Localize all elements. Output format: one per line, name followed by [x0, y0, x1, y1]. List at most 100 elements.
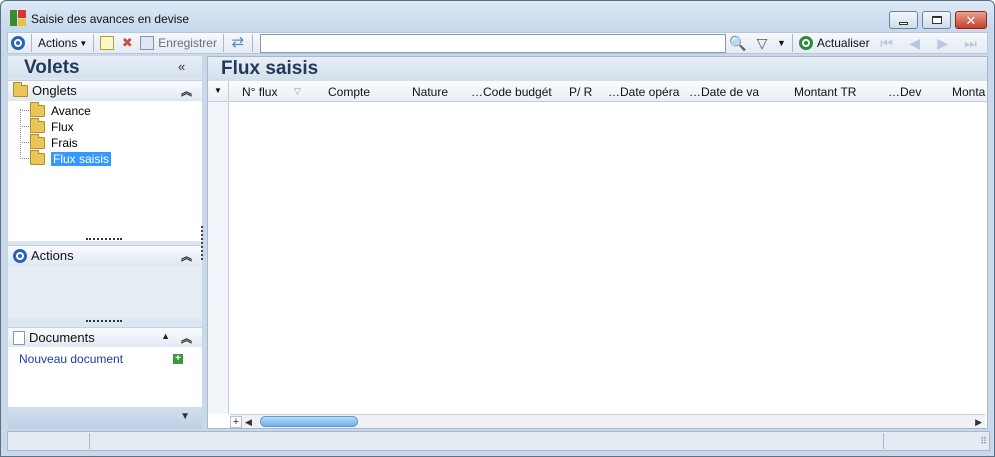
toolbar: Actions ▼ ✖ Enregistrer ⇄ 🔍 ▽ ▼ Actualis… [7, 32, 988, 54]
collapse-panel-icon[interactable]: « [178, 59, 185, 74]
collapse-section-icon[interactable]: ︽ [181, 83, 192, 99]
horizontal-scrollbar[interactable]: + ◀ ▶ [230, 414, 985, 428]
collapse-section-icon[interactable]: ︽ [181, 330, 192, 346]
column-header[interactable]: Nature [412, 85, 448, 99]
row-selector-column [208, 102, 229, 414]
actions-menu-button[interactable]: Actions ▼ [35, 33, 90, 53]
new-record-icon [100, 36, 115, 50]
last-record-button[interactable]: ⏭ [957, 33, 985, 53]
previous-icon: ◀ [909, 34, 920, 51]
previous-record-button[interactable]: ◀ [901, 33, 929, 53]
tree-branch [20, 142, 29, 143]
toolbar-separator [251, 34, 253, 52]
panel-splitter[interactable] [201, 226, 203, 260]
sync-button[interactable]: ⇄ [227, 33, 249, 53]
folder-icon [30, 101, 45, 117]
search-input[interactable] [259, 33, 726, 53]
refresh-icon [798, 36, 813, 50]
column-header[interactable]: …Date opéra [608, 85, 679, 99]
app-icon [10, 10, 26, 26]
tree-item-flux[interactable]: Flux [30, 117, 74, 134]
options-button[interactable] [8, 33, 28, 53]
page-title: Flux saisis [221, 58, 319, 79]
main-panel: Flux saisis ▼ N° flux ▽ Compte Nature …C… [207, 56, 988, 429]
minimize-icon [899, 21, 908, 25]
actions-label: Actions [31, 248, 74, 263]
toolbar-separator [31, 34, 32, 52]
chevron-down-icon[interactable]: ▼ [180, 411, 190, 422]
sort-icon[interactable]: ▽ [294, 86, 301, 97]
application-window: Saisie des avances en devise ✕ Actions ▼… [0, 0, 995, 457]
folder-icon [30, 133, 45, 149]
actions-section-header[interactable]: Actions ︽ [8, 245, 202, 265]
first-record-button[interactable]: ⏮ [873, 33, 901, 53]
tree-item-avance[interactable]: Avance [30, 101, 91, 118]
close-icon: ✕ [965, 12, 977, 28]
search-icon: 🔍 [729, 34, 747, 51]
onglets-tree: Avance Flux Frais Flux saisis [8, 101, 202, 241]
grid-header: ▼ N° flux ▽ Compte Nature …Code budgét P… [208, 81, 987, 102]
tree-item-label: Flux saisis [51, 151, 112, 166]
sync-icon: ⇄ [231, 34, 245, 51]
column-header[interactable]: …Dev [888, 85, 921, 99]
onglets-label: Onglets [32, 83, 77, 98]
last-icon: ⏭ [964, 34, 977, 51]
maximize-button[interactable] [922, 11, 951, 29]
column-header[interactable]: …Date de va [689, 85, 759, 99]
column-header[interactable]: N° flux [242, 85, 277, 99]
filter-dropdown-button[interactable]: ▼ [774, 33, 789, 53]
new-button[interactable] [97, 33, 117, 53]
dropdown-arrow-icon: ▼ [79, 38, 88, 48]
refresh-button[interactable]: Actualiser [796, 33, 873, 53]
add-document-icon[interactable]: + [173, 354, 183, 364]
tree-item-frais[interactable]: Frais [30, 133, 78, 150]
column-chooser-button[interactable]: ▼ [208, 81, 229, 101]
save-icon [140, 36, 155, 50]
documents-label: Documents [29, 330, 95, 345]
column-header[interactable]: Monta [952, 85, 985, 99]
delete-icon: ✖ [121, 35, 133, 50]
toolbar-separator [222, 34, 224, 52]
target-icon [13, 248, 27, 263]
status-cell [90, 433, 884, 449]
collapse-section-icon[interactable]: ︽ [181, 248, 192, 264]
scroll-right-icon[interactable]: ▶ [975, 417, 982, 428]
tree-item-label: Avance [51, 103, 91, 118]
column-header[interactable]: Compte [328, 85, 370, 99]
column-header[interactable]: P/ R [569, 85, 592, 99]
next-icon: ▶ [937, 34, 948, 51]
add-row-button[interactable]: + [230, 416, 242, 428]
resize-grip-icon[interactable]: ⠿ [980, 436, 987, 447]
resize-grip[interactable] [86, 238, 122, 240]
actions-menu-label: Actions [38, 36, 78, 50]
save-button[interactable]: Enregistrer [137, 33, 220, 53]
status-bar: ⠿ [7, 431, 990, 451]
documents-section-header[interactable]: Documents ▲ ︽ [8, 327, 202, 347]
resize-grip[interactable] [86, 320, 122, 322]
column-header[interactable]: Montant TR [794, 85, 856, 99]
next-record-button[interactable]: ▶ [929, 33, 957, 53]
maximize-icon [931, 16, 942, 24]
scrollbar-thumb[interactable] [260, 416, 358, 427]
filter-button[interactable]: ▽ [750, 33, 774, 53]
tree-branch [20, 158, 29, 159]
filter-icon: ▽ [756, 34, 768, 51]
search-button[interactable]: 🔍 [726, 33, 750, 53]
tree-branch [20, 110, 29, 111]
up-arrow-icon[interactable]: ▲ [161, 331, 170, 341]
main-header: Flux saisis [208, 57, 987, 81]
tree-item-flux-saisis[interactable]: Flux saisis [30, 149, 112, 166]
scroll-left-icon[interactable]: ◀ [245, 417, 252, 428]
delete-button[interactable]: ✖ [117, 33, 137, 53]
column-header[interactable]: …Code budgét [471, 85, 552, 99]
close-button[interactable]: ✕ [955, 11, 987, 29]
side-panel-footer: ▼ [8, 407, 202, 429]
onglets-section-header[interactable]: Onglets ︽ [8, 80, 202, 100]
toolbar-separator [791, 34, 793, 52]
side-panel-title: Volets [24, 57, 80, 78]
minimize-button[interactable] [889, 11, 918, 29]
refresh-label: Actualiser [816, 36, 870, 50]
actions-body [8, 266, 202, 318]
new-document-link[interactable]: Nouveau document [19, 352, 123, 366]
tree-item-label: Flux [51, 119, 74, 134]
